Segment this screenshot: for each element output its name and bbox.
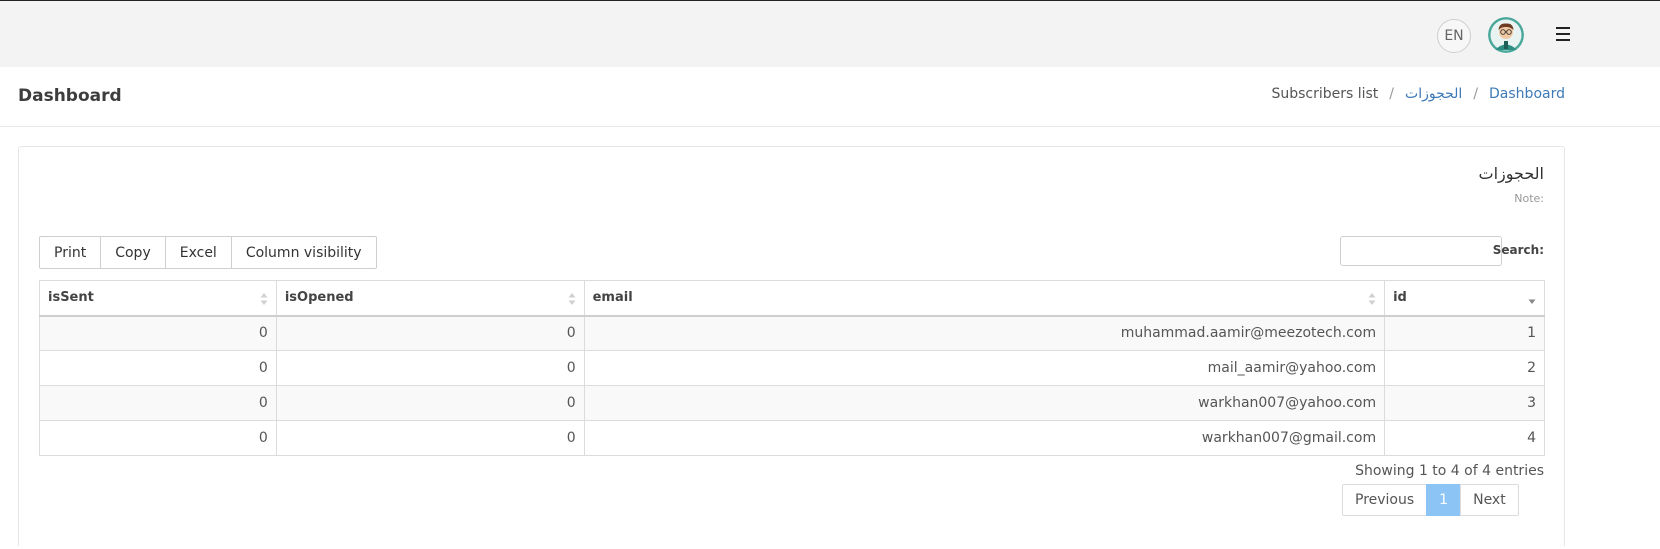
cell-isopened: 0 xyxy=(275,385,585,421)
cell-isopened: 0 xyxy=(275,315,585,351)
column-header-label: isOpened xyxy=(284,290,354,306)
column-header-id[interactable]: id xyxy=(1384,280,1545,317)
cell-isopened: 0 xyxy=(275,350,585,386)
cell-id: 3 xyxy=(1384,385,1545,421)
subscribers-table: isSent isOpened email id 0 0 muhammad.aa… xyxy=(39,280,1545,456)
avatar-icon xyxy=(1488,17,1524,53)
sort-both-icon xyxy=(1368,293,1376,305)
table-row: 0 0 warkhan007@yahoo.com 3 xyxy=(39,385,1545,421)
cell-email: muhammad.aamir@meezotech.com xyxy=(583,315,1386,351)
user-avatar[interactable] xyxy=(1488,17,1524,53)
breadcrumb-separator: / xyxy=(1389,86,1395,102)
top-navbar: EN xyxy=(0,0,1660,67)
table-info: Showing 1 to 4 of 4 entries xyxy=(1355,463,1544,479)
column-header-label: email xyxy=(592,290,633,306)
hamburger-menu-icon[interactable] xyxy=(1556,27,1570,41)
table-header-row: isSent isOpened email id xyxy=(39,280,1545,317)
table-row: 0 0 muhammad.aamir@meezotech.com 1 xyxy=(39,315,1545,351)
cell-issent: 0 xyxy=(39,350,277,386)
sort-both-icon xyxy=(260,293,268,305)
breadcrumb-separator: / xyxy=(1473,86,1479,102)
column-visibility-button[interactable]: Column visibility xyxy=(230,236,377,269)
pagination-next-button[interactable]: Next xyxy=(1460,484,1519,516)
excel-button[interactable]: Excel xyxy=(164,236,232,269)
cell-issent: 0 xyxy=(39,315,277,351)
sort-both-icon xyxy=(568,293,576,305)
print-button[interactable]: Print xyxy=(39,236,102,269)
cell-isopened: 0 xyxy=(275,420,585,456)
cell-email: warkhan007@yahoo.com xyxy=(583,385,1386,421)
breadcrumb-link-home[interactable]: Dashboard xyxy=(1489,86,1565,102)
page-title: Dashboard xyxy=(18,86,122,106)
table-row: 0 0 warkhan007@gmail.com 4 xyxy=(39,420,1545,456)
language-switch-button[interactable]: EN xyxy=(1437,19,1471,53)
table-row: 0 0 mail_aamir@yahoo.com 2 xyxy=(39,350,1545,386)
card-note: Note: xyxy=(1514,192,1544,205)
export-button-group: Print Copy Excel Column visibility xyxy=(39,236,377,269)
cell-email: mail_aamir@yahoo.com xyxy=(583,350,1386,386)
cell-issent: 0 xyxy=(39,385,277,421)
pagination: Previous 1 Next xyxy=(1342,484,1519,516)
breadcrumb-current: Subscribers list xyxy=(1271,86,1379,102)
breadcrumb-link-section[interactable]: الحجوزات xyxy=(1405,86,1462,102)
copy-button[interactable]: Copy xyxy=(100,236,166,269)
cell-issent: 0 xyxy=(39,420,277,456)
sort-desc-icon xyxy=(1528,299,1536,304)
cell-id: 2 xyxy=(1384,350,1545,386)
cell-id: 1 xyxy=(1384,315,1545,351)
column-header-issent[interactable]: isSent xyxy=(39,280,277,317)
pagination-previous-button[interactable]: Previous xyxy=(1342,484,1428,516)
column-header-label: id xyxy=(1393,290,1407,306)
cell-id: 4 xyxy=(1384,420,1545,456)
breadcrumb: Subscribers list / الحجوزات / Dashboard xyxy=(1271,86,1565,102)
card-title: الحجوزات xyxy=(1478,164,1544,183)
page-header: Dashboard Subscribers list / الحجوزات / … xyxy=(0,67,1660,127)
search-input[interactable] xyxy=(1340,236,1502,266)
cell-email: warkhan007@gmail.com xyxy=(583,420,1386,456)
subscribers-card: الحجوزات Note: Print Copy Excel Column v… xyxy=(18,146,1565,546)
column-header-label: isSent xyxy=(48,290,94,306)
column-header-email[interactable]: email xyxy=(583,280,1386,317)
pagination-page-button[interactable]: 1 xyxy=(1426,484,1462,516)
column-header-isopened[interactable]: isOpened xyxy=(275,280,585,317)
search-label: Search: xyxy=(1492,243,1544,257)
